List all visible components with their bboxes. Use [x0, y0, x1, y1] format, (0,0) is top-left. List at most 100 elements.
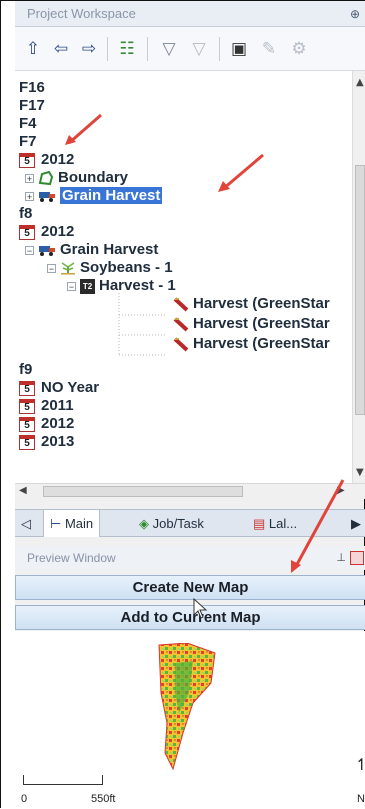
tool-disabled-icon: ⚙: [291, 39, 307, 59]
harvest-data-icon: [173, 317, 189, 332]
tree-node-label: f8: [19, 205, 33, 222]
tab-third[interactable]: ▤ Lal...: [247, 510, 303, 537]
tree-node-field[interactable]: f9: [19, 361, 32, 378]
project-tree[interactable]: F16 F17 F4 F7 5 2012 + Boundary + Grain Har…: [15, 71, 352, 483]
north-label: N: [357, 793, 365, 805]
tab-scroll-right-icon[interactable]: ▶: [345, 510, 365, 537]
expand-icon[interactable]: +: [25, 173, 34, 183]
edit-disabled-icon: ✎: [261, 39, 277, 59]
tree-node-year[interactable]: 5 2011: [19, 397, 74, 414]
scroll-down-icon[interactable]: ▼: [356, 467, 364, 478]
tree-horizontal-scrollbar[interactable]: ◀ ▶: [15, 483, 365, 499]
toolbar-separator: [107, 37, 108, 61]
tree-node-harvest-data[interactable]: Harvest (GreenStar: [173, 315, 330, 332]
combine-harvester-icon: [39, 246, 55, 257]
tree-node-label: f9: [19, 361, 33, 378]
add-to-current-map-button[interactable]: Add to Current Map: [15, 605, 365, 630]
tree-node-grain-harvest[interactable]: − Grain Harvest: [25, 241, 158, 258]
tab-job-task[interactable]: ◈ Job/Task: [133, 510, 210, 537]
tree-node-label: F16: [19, 79, 45, 96]
tree-node-label: 2013: [41, 433, 75, 450]
tree-node-crop[interactable]: − Soybeans - 1: [47, 259, 173, 276]
project-workspace-window: Project Workspace ⊕ ⇧ ⇦ ⇨ ☷ ▽ ▽ ▣ ✎ ⚙ F1…: [0, 0, 365, 809]
scroll-right-icon[interactable]: ▶: [337, 485, 345, 496]
tree-node-year[interactable]: 5 NO Year: [19, 379, 99, 396]
scroll-up-icon[interactable]: ▲: [356, 77, 364, 88]
collapse-icon[interactable]: −: [47, 263, 56, 273]
tab-label: Main: [64, 516, 94, 531]
left-border-strip: [1, 1, 15, 809]
tab-scroll-left-icon[interactable]: ◁: [15, 510, 37, 537]
filter-disabled-icon: ▽: [192, 39, 206, 59]
tree-node-label: NO Year: [41, 379, 100, 396]
tab-label: Lal...: [268, 516, 298, 531]
job-task-icon: ◈: [139, 516, 153, 531]
filter-icon[interactable]: ▽: [157, 37, 181, 61]
tree-node-harvest-data[interactable]: Harvest (GreenStar: [173, 295, 330, 312]
tree-node-label: 2012: [41, 415, 75, 432]
tree-vertical-scrollbar[interactable]: ▲ ▼: [352, 71, 365, 483]
tree-node-field[interactable]: F7: [19, 133, 37, 150]
operation-icon: T2: [80, 278, 95, 294]
arrow-right-icon[interactable]: ⇨: [77, 37, 101, 61]
workspace-toolbar: ⇧ ⇦ ⇨ ☷ ▽ ▽ ▣ ✎ ⚙: [15, 27, 365, 71]
tree-node-field[interactable]: F16: [19, 79, 45, 96]
tree-node-label: F7: [19, 133, 37, 150]
scale-end-label: 550ft: [91, 793, 116, 805]
tree-node-label: Harvest (GreenStar: [193, 315, 330, 332]
north-arrow-icon: ↿: [355, 757, 365, 774]
calendar-icon: 5: [19, 398, 35, 414]
tree-node-harvest-data[interactable]: Harvest (GreenStar: [173, 335, 330, 352]
scroll-thumb[interactable]: [43, 486, 243, 497]
tree-view-icon[interactable]: ☷: [115, 37, 139, 61]
create-new-map-button[interactable]: Create New Map: [15, 575, 365, 600]
label-icon: ▤: [253, 516, 269, 531]
toolbar-separator: [147, 37, 148, 61]
collapse-icon[interactable]: −: [67, 281, 76, 291]
tree-node-year[interactable]: 5 2012: [19, 415, 74, 432]
expand-icon[interactable]: +: [25, 191, 34, 201]
calendar-icon: 5: [19, 434, 35, 450]
scroll-thumb[interactable]: [355, 165, 365, 415]
tree-node-operation[interactable]: − T2 Harvest - 1: [67, 277, 176, 294]
tree-node-label: Harvest (GreenStar: [193, 295, 330, 312]
field-yield-map: [158, 643, 216, 771]
tree-node-label: Grain Harvest: [60, 241, 159, 258]
tree-node-boundary[interactable]: + Boundary: [25, 169, 128, 186]
tree-node-grain-harvest-selected[interactable]: + Grain Harvest: [25, 187, 163, 204]
tree-node-label: 2012: [41, 223, 75, 240]
tree-node-field[interactable]: F4: [19, 115, 37, 132]
toolbar-separator: [219, 37, 220, 61]
preview-window-header: Preview Window ⊥: [15, 546, 365, 570]
calendar-icon: 5: [19, 152, 35, 168]
pin-icon[interactable]: ⊕: [350, 1, 360, 26]
arrow-left-icon[interactable]: ⇦: [49, 37, 73, 61]
tab-label: Job/Task: [152, 516, 204, 531]
calendar-icon: 5: [19, 224, 35, 240]
pin-icon[interactable]: ⊥: [336, 546, 346, 570]
boundary-icon: [38, 170, 54, 185]
harvest-data-icon: [173, 337, 189, 352]
tree-node-year[interactable]: 5 2012: [19, 223, 74, 240]
tree-node-label: 2012: [41, 151, 75, 168]
tree-structure-icon: ⊢: [50, 516, 65, 531]
tree-node-label: Harvest - 1: [99, 277, 176, 294]
scroll-left-icon[interactable]: ◀: [19, 485, 27, 496]
tree-node-year[interactable]: 5 2013: [19, 433, 74, 450]
tree-node-label: Grain Harvest: [60, 187, 163, 204]
tree-node-field[interactable]: F17: [19, 97, 45, 114]
tree-node-label: 2011: [41, 397, 74, 414]
calendar-icon: 5: [19, 416, 35, 432]
scale-start-label: 0: [21, 793, 28, 805]
workspace-title: Project Workspace: [27, 6, 136, 21]
calendar-icon: 5: [19, 380, 35, 396]
collapse-icon[interactable]: −: [25, 245, 34, 255]
tree-node-field[interactable]: f8: [19, 205, 32, 222]
tab-main[interactable]: ⊢ Main: [43, 510, 101, 537]
close-icon[interactable]: [350, 551, 364, 565]
tree-node-year[interactable]: 5 2012: [19, 151, 74, 168]
tree-node-label: Harvest (GreenStar: [193, 335, 330, 352]
properties-icon[interactable]: ▣: [227, 37, 251, 61]
arrow-up-icon[interactable]: ⇧: [21, 37, 45, 61]
soybean-plant-icon: [61, 262, 75, 275]
